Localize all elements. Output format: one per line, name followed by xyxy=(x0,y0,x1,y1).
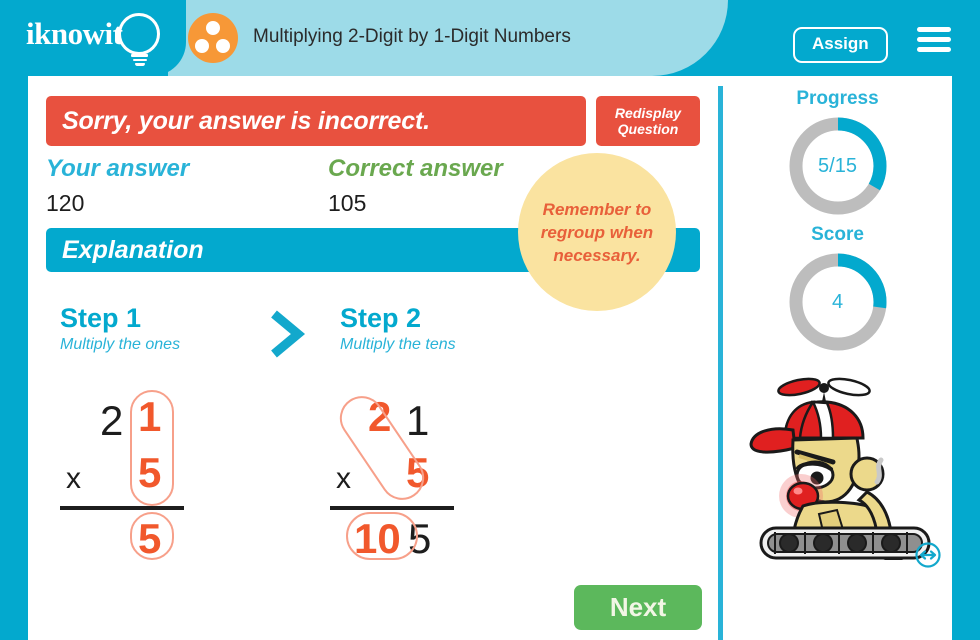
three-dots-circle-icon xyxy=(188,13,238,63)
step1-operator: x xyxy=(66,462,81,495)
result-banner-text: Sorry, your answer is incorrect. xyxy=(62,106,430,135)
step2-top-ones-digit: 1 xyxy=(406,397,430,444)
assign-button[interactable]: Assign xyxy=(793,27,888,63)
redisplay-line-2: Question xyxy=(617,121,679,137)
step-1-subtitle: Multiply the ones xyxy=(60,336,181,353)
your-answer-block: Your answer 120 xyxy=(46,154,306,219)
step1-top-tens-digit: 2 xyxy=(100,397,124,444)
lightbulb-base-icon xyxy=(131,54,148,66)
hamburger-menu-icon[interactable] xyxy=(917,27,951,52)
progress-gauge: 5/15 xyxy=(786,114,890,218)
app-root: iknowit Multiplying 2-Digit by 1-Digit N… xyxy=(0,0,980,640)
regroup-reminder-note: Remember to regroup when necessary. xyxy=(518,153,676,311)
your-answer-label: Your answer xyxy=(46,155,190,182)
redisplay-line-1: Redisplay xyxy=(614,105,682,121)
score-label: Score xyxy=(811,224,864,245)
redisplay-question-button[interactable]: Redisplay Question xyxy=(596,96,700,146)
frame-border-left xyxy=(0,76,28,640)
step-1-title: Step 1 xyxy=(60,303,142,333)
app-header: iknowit Multiplying 2-Digit by 1-Digit N… xyxy=(0,0,980,76)
page-title: Multiplying 2-Digit by 1-Digit Numbers xyxy=(253,26,571,47)
next-button[interactable]: Next xyxy=(574,585,702,630)
logo-wordmark: iknowit xyxy=(26,16,123,51)
progress-value: 5/15 xyxy=(818,154,857,177)
score-gauge-section: Score 4 xyxy=(723,224,952,354)
main-panel: Sorry, your answer is incorrect. Redispl… xyxy=(28,76,718,640)
step2-product-tens-highlight xyxy=(346,512,418,560)
step-2-title: Step 2 xyxy=(340,303,422,333)
step-2-subtitle: Multiply the tens xyxy=(340,336,456,353)
step-1-math-work: 2 1 x 5 5 xyxy=(60,390,258,576)
your-answer-value: 120 xyxy=(46,190,85,216)
regroup-reminder-text: Remember to regroup when necessary. xyxy=(540,199,654,265)
result-banner: Sorry, your answer is incorrect. xyxy=(46,96,586,146)
score-value: 4 xyxy=(831,290,844,313)
frame-border-right xyxy=(952,76,980,640)
sidebar-panel: Progress 5/15 Score 4 xyxy=(723,76,952,640)
step1-sum-bar xyxy=(60,506,184,510)
iknowit-logo[interactable]: iknowit xyxy=(26,10,166,68)
step1-ones-column-highlight xyxy=(130,390,174,506)
chevron-right-icon xyxy=(271,310,306,358)
brand-logo-block[interactable]: iknowit xyxy=(0,0,186,76)
explanation-title: Explanation xyxy=(62,235,204,264)
step-1-heading: Step 1 Multiply the ones xyxy=(60,302,180,356)
step1-product-highlight xyxy=(130,512,174,560)
progress-gauge-section: Progress 5/15 xyxy=(723,88,952,218)
progress-label: Progress xyxy=(796,88,879,109)
score-gauge: 4 xyxy=(786,250,890,354)
robot-mascot-icon xyxy=(749,377,931,560)
step2-sum-bar xyxy=(330,506,454,510)
resize-arrows-icon[interactable] xyxy=(915,542,941,568)
lightbulb-icon xyxy=(118,13,160,55)
step2-operator: x xyxy=(336,462,351,495)
step-2-math-work: 2 1 x 5 10 5 xyxy=(330,387,538,576)
step-2-heading: Step 2 Multiply the tens xyxy=(340,302,456,356)
